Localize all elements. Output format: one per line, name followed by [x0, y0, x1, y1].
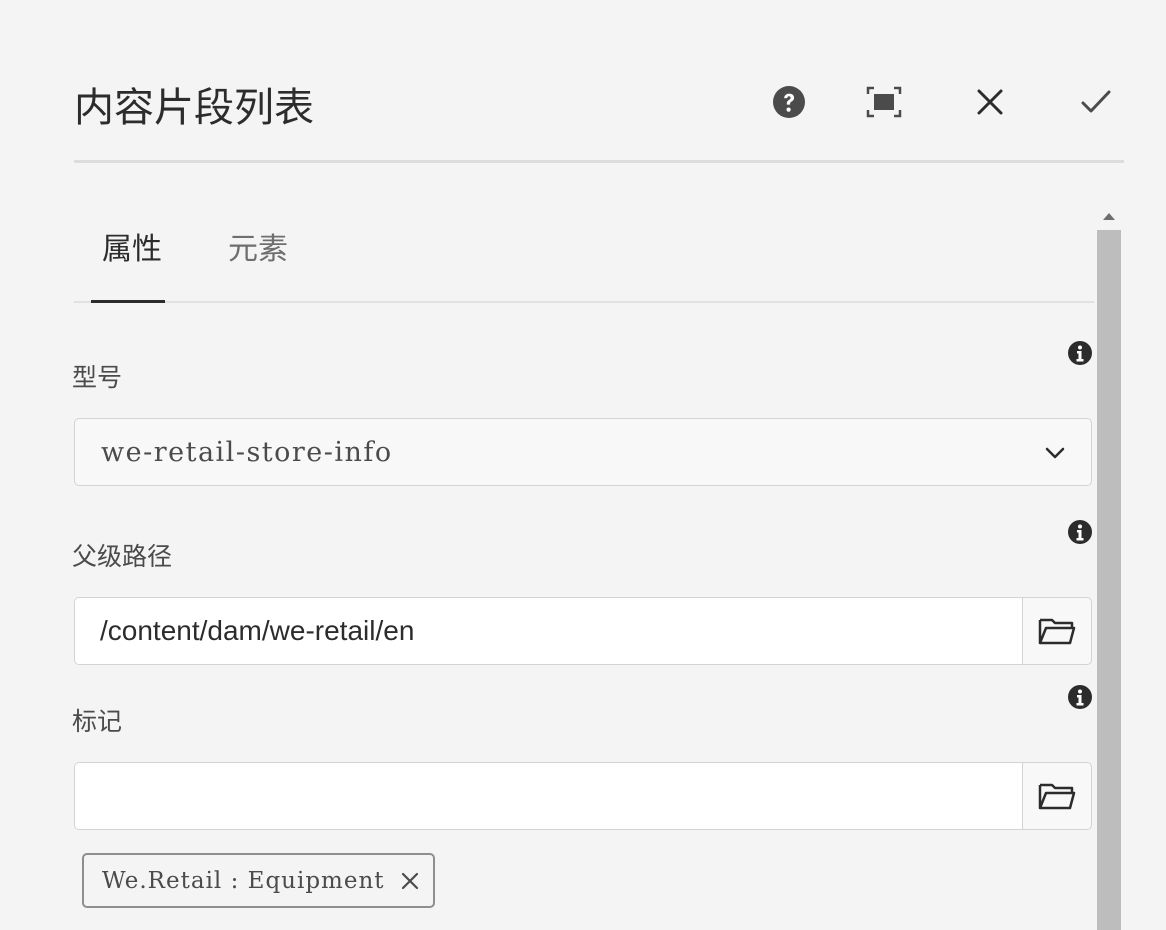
- tags-input[interactable]: [74, 762, 1022, 830]
- tab-elements[interactable]: 元素: [228, 225, 288, 275]
- chevron-down-icon: [1045, 447, 1065, 459]
- model-label: 型号: [72, 364, 123, 392]
- scroll-up-arrow[interactable]: [1097, 206, 1121, 226]
- tabs-divider: [74, 301, 1094, 303]
- info-icon[interactable]: [1067, 684, 1093, 710]
- tags-field: [74, 762, 1092, 830]
- caret-up-icon: [1103, 213, 1115, 220]
- parent-path-label: 父级路径: [72, 543, 173, 571]
- fullscreen-icon: [866, 86, 902, 118]
- help-button[interactable]: [765, 78, 813, 126]
- dialog: 内容片段列表 属性 元素 型号 we-retail-store-info 父级路…: [0, 0, 1166, 930]
- info-icon[interactable]: [1067, 519, 1093, 545]
- scrollbar[interactable]: [1097, 200, 1121, 930]
- parent-path-browse-button[interactable]: [1022, 597, 1092, 665]
- tab-list: 属性 元素: [74, 215, 1094, 305]
- dialog-actions: [0, 78, 1166, 128]
- active-tab-indicator: [91, 300, 165, 303]
- scrollbar-thumb[interactable]: [1097, 230, 1121, 930]
- tags-label: 标记: [72, 708, 123, 736]
- close-icon: [401, 872, 418, 889]
- parent-path-input[interactable]: [74, 597, 1022, 665]
- folder-open-icon: [1038, 618, 1076, 645]
- model-select-value: we-retail-store-info: [101, 437, 393, 468]
- done-button[interactable]: [1072, 78, 1120, 126]
- close-button[interactable]: [966, 78, 1014, 126]
- folder-open-icon: [1038, 783, 1076, 810]
- close-icon: [977, 89, 1003, 115]
- parent-path-field: [74, 597, 1092, 665]
- model-select[interactable]: we-retail-store-info: [74, 418, 1092, 486]
- tags-browse-button[interactable]: [1022, 762, 1092, 830]
- header-divider: [74, 160, 1124, 163]
- fullscreen-button[interactable]: [860, 78, 908, 126]
- tag-chip: We.Retail : Equipment: [82, 853, 435, 908]
- info-icon[interactable]: [1067, 340, 1093, 366]
- check-icon: [1081, 90, 1111, 113]
- tag-remove-button[interactable]: [399, 870, 421, 892]
- tab-properties[interactable]: 属性: [102, 225, 162, 275]
- tag-chip-label: We.Retail : Equipment: [102, 867, 385, 894]
- help-icon: [773, 86, 805, 118]
